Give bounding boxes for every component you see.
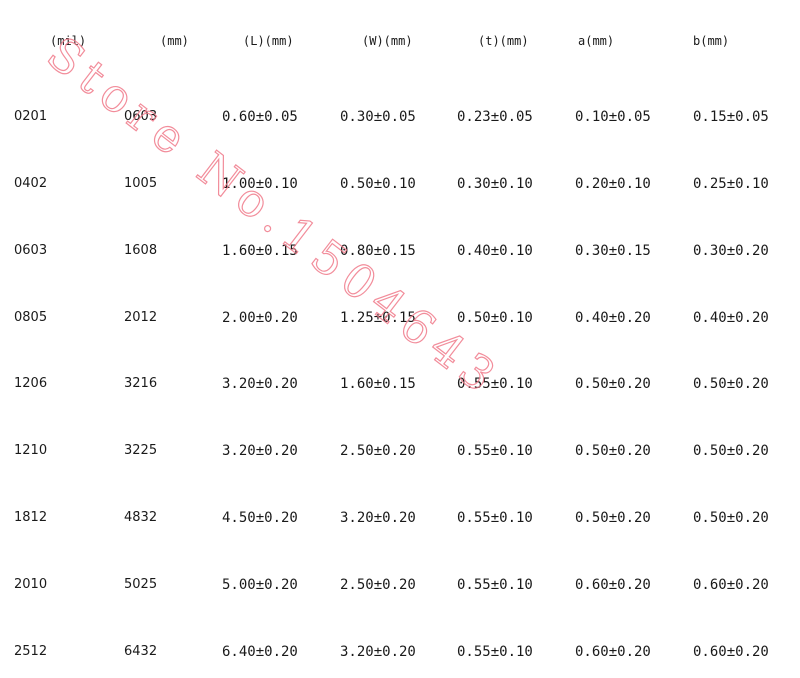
cell-metric-code: 5025 [124,577,158,592]
cell-eia-code: 0805 [14,310,48,325]
cell-dim-b: 0.25±0.10 [693,176,769,192]
cell-dim-b: 0.50±0.20 [693,376,769,392]
cell-eia-code: 2512 [14,644,48,659]
cell-width: 1.60±0.15 [340,376,416,392]
cell-thickness: 0.55±0.10 [457,510,533,526]
table-row: 1210 3225 3.20±0.20 2.50±0.20 0.55±0.10 0.50±… [0,439,800,463]
cell-length: 4.50±0.20 [222,510,298,526]
cell-width: 3.20±0.20 [340,644,416,660]
header-mm: (mm) [160,34,189,48]
cell-width: 0.30±0.05 [340,109,416,125]
header-length: (L)(mm) [243,34,294,48]
cell-length: 1.00±0.10 [222,176,298,192]
cell-thickness: 0.55±0.10 [457,644,533,660]
table-row: 1812 4832 4.50±0.20 3.20±0.20 0.55±0.10 0.50±… [0,506,800,530]
cell-width: 2.50±0.20 [340,577,416,593]
header-b: b(mm) [693,34,730,48]
table-row: 0603 1608 1.60±0.15 0.80±0.15 0.40±0.10 0.30±… [0,239,800,263]
cell-eia-code: 0603 [14,243,48,258]
cell-length: 2.00±0.20 [222,310,298,326]
table-row: 0805 2012 2.00±0.20 1.25±0.15 0.50±0.10 0.40±… [0,306,800,330]
header-thickness: (t)(mm) [478,34,529,48]
cell-dim-a: 0.60±0.20 [575,644,651,660]
table-row: 0201 0603 0.60±0.05 0.30±0.05 0.23±0.05 0.10±… [0,105,800,129]
table-row: 2010 5025 5.00±0.20 2.50±0.20 0.55±0.10 0.60±… [0,573,800,597]
cell-eia-code: 1210 [14,443,48,458]
cell-thickness: 0.55±0.10 [457,376,533,392]
cell-dim-a: 0.60±0.20 [575,577,651,593]
cell-thickness: 0.23±0.05 [457,109,533,125]
header-a: a(mm) [578,34,615,48]
cell-thickness: 0.30±0.10 [457,176,533,192]
cell-dim-b: 0.15±0.05 [693,109,769,125]
cell-dim-a: 0.20±0.10 [575,176,651,192]
cell-dim-a: 0.50±0.20 [575,510,651,526]
cell-dim-b: 0.60±0.20 [693,644,769,660]
cell-width: 2.50±0.20 [340,443,416,459]
cell-eia-code: 0201 [14,109,48,124]
header-mil: (mil) [50,34,87,48]
cell-metric-code: 6432 [124,644,158,659]
cell-metric-code: 3216 [124,376,158,391]
header-row: (mil) (mm) (L)(mm) (W)(mm) (t)(mm) a(mm)… [0,29,800,53]
size-spec-table: (mil) (mm) (L)(mm) (W)(mm) (t)(mm) a(mm)… [0,0,800,678]
cell-dim-b: 0.40±0.20 [693,310,769,326]
table-row: 1206 3216 3.20±0.20 1.60±0.15 0.55±0.10 0.50±… [0,372,800,396]
cell-length: 1.60±0.15 [222,243,298,259]
cell-length: 5.00±0.20 [222,577,298,593]
header-width: (W)(mm) [362,34,413,48]
cell-eia-code: 1206 [14,376,48,391]
cell-eia-code: 2010 [14,577,48,592]
cell-width: 0.80±0.15 [340,243,416,259]
cell-metric-code: 3225 [124,443,158,458]
cell-eia-code: 0402 [14,176,48,191]
cell-dim-a: 0.30±0.15 [575,243,651,259]
cell-thickness: 0.50±0.10 [457,310,533,326]
cell-metric-code: 0603 [124,109,158,124]
cell-dim-a: 0.40±0.20 [575,310,651,326]
cell-eia-code: 1812 [14,510,48,525]
cell-dim-b: 0.50±0.20 [693,510,769,526]
cell-thickness: 0.40±0.10 [457,243,533,259]
table-row: 0402 1005 1.00±0.10 0.50±0.10 0.30±0.10 0.20±… [0,172,800,196]
cell-metric-code: 1608 [124,243,158,258]
cell-dim-b: 0.50±0.20 [693,443,769,459]
cell-length: 3.20±0.20 [222,443,298,459]
cell-metric-code: 2012 [124,310,158,325]
cell-width: 0.50±0.10 [340,176,416,192]
cell-thickness: 0.55±0.10 [457,443,533,459]
cell-dim-a: 0.10±0.05 [575,109,651,125]
cell-width: 1.25±0.15 [340,310,416,326]
cell-length: 3.20±0.20 [222,376,298,392]
cell-metric-code: 4832 [124,510,158,525]
cell-width: 3.20±0.20 [340,510,416,526]
cell-metric-code: 1005 [124,176,158,191]
cell-dim-b: 0.60±0.20 [693,577,769,593]
cell-thickness: 0.55±0.10 [457,577,533,593]
cell-length: 6.40±0.20 [222,644,298,660]
cell-dim-a: 0.50±0.20 [575,376,651,392]
cell-length: 0.60±0.05 [222,109,298,125]
table-row: 2512 6432 6.40±0.20 3.20±0.20 0.55±0.10 0.60±… [0,640,800,664]
cell-dim-b: 0.30±0.20 [693,243,769,259]
cell-dim-a: 0.50±0.20 [575,443,651,459]
